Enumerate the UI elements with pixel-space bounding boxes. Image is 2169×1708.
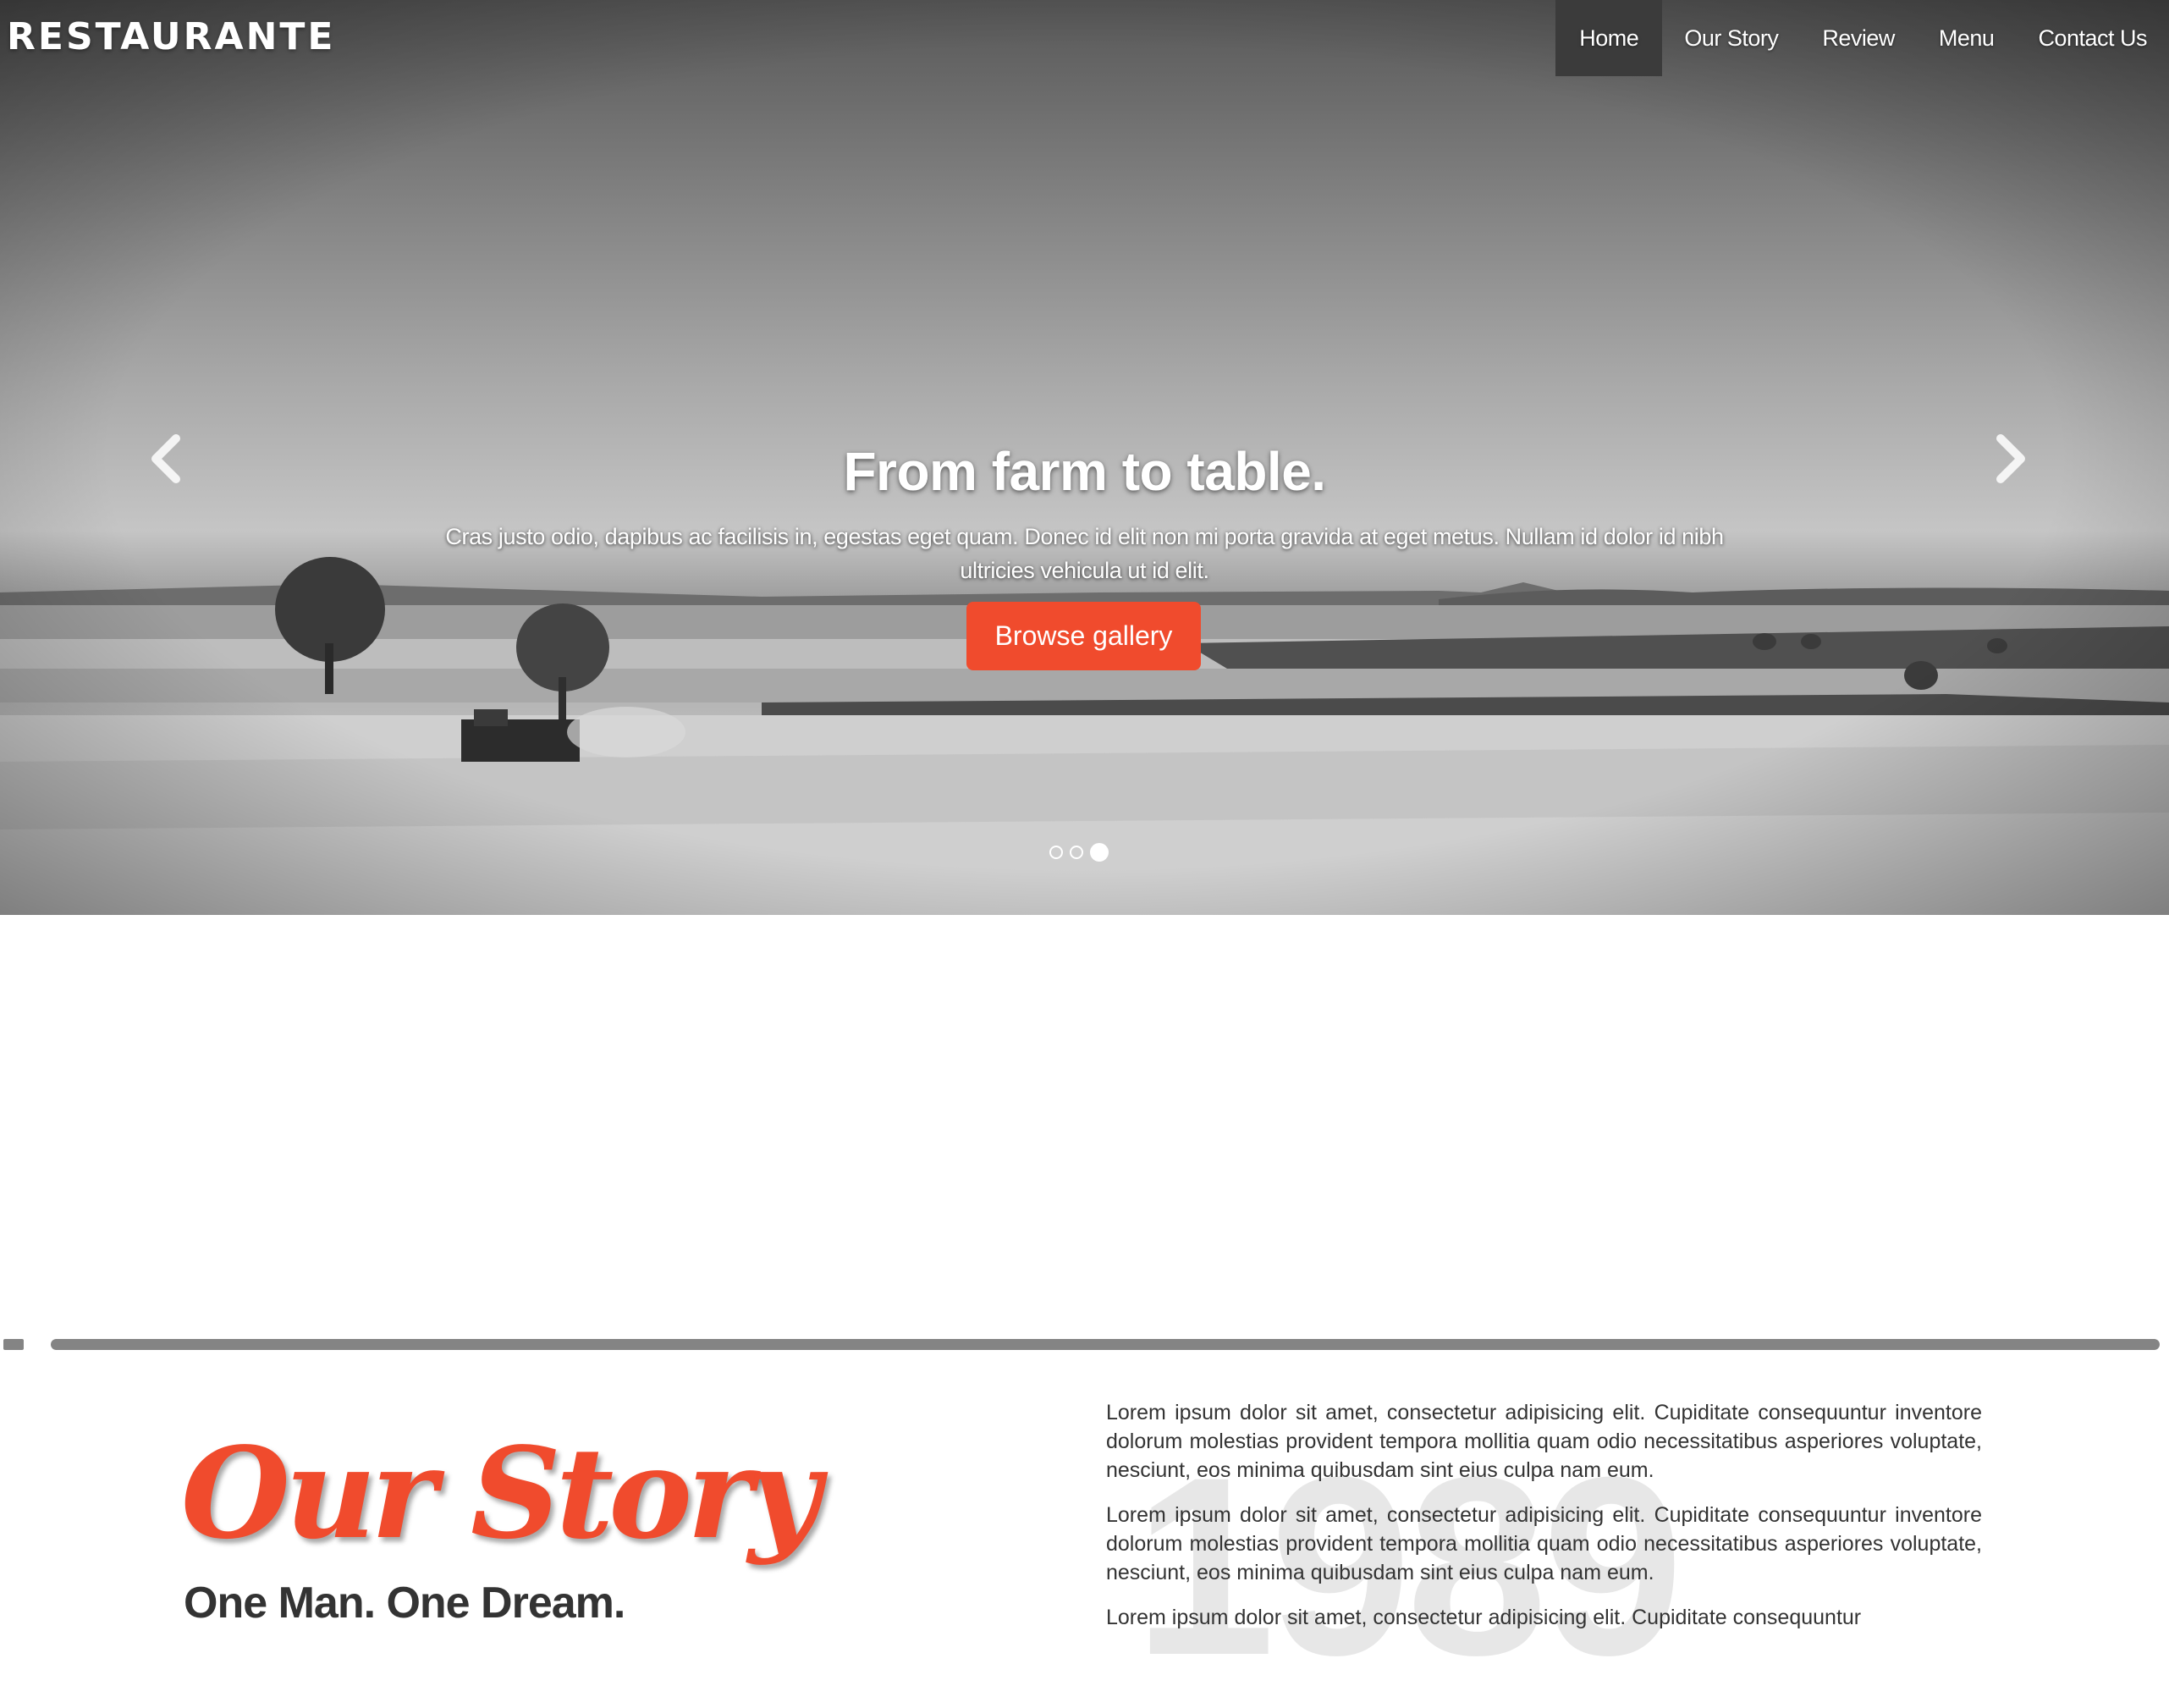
story-title: Our Story: [181, 1419, 821, 1567]
nav-item-home[interactable]: Home: [1555, 0, 1663, 76]
story-text: Lorem ipsum dolor sit amet, consectetur …: [1106, 1398, 1982, 1648]
chevron-left-icon: [151, 434, 180, 483]
hero-carousel: RESTAURANTE Home Our Story Review Menu C…: [0, 0, 2169, 915]
story-subtitle: One Man. One Dream.: [184, 1579, 625, 1628]
carousel-indicator-3[interactable]: [1090, 843, 1109, 862]
nav-item-our-story[interactable]: Our Story: [1662, 0, 1800, 76]
carousel-next-button[interactable]: [1984, 432, 2034, 486]
browse-gallery-button[interactable]: Browse gallery: [966, 602, 1201, 670]
story-paragraph: Lorem ipsum dolor sit amet, consectetur …: [1106, 1401, 1982, 1482]
main-navigation: Home Our Story Review Menu Contact Us: [1555, 0, 2169, 76]
carousel-indicators: [1049, 843, 1109, 862]
carousel-caption: From farm to table. Cras justo odio, dap…: [415, 440, 1754, 587]
carousel-indicator-1[interactable]: [1049, 846, 1063, 859]
hero-text: Cras justo odio, dapibus ac facilisis in…: [445, 524, 1724, 583]
carousel-prev-button[interactable]: [142, 432, 193, 486]
nav-item-menu[interactable]: Menu: [1917, 0, 2017, 76]
story-paragraph: Lorem ipsum dolor sit amet, consectetur …: [1106, 1606, 1862, 1629]
hero-title: From farm to table.: [843, 441, 1326, 502]
chevron-right-icon: [1996, 434, 2025, 483]
carousel-indicator-2[interactable]: [1070, 846, 1083, 859]
section-divider: [51, 1339, 2160, 1350]
site-logo[interactable]: RESTAURANTE: [7, 15, 335, 58]
nav-item-contact-us[interactable]: Contact Us: [2016, 0, 2169, 76]
story-paragraph: Lorem ipsum dolor sit amet, consectetur …: [1106, 1503, 1982, 1584]
nav-item-review[interactable]: Review: [1800, 0, 1917, 76]
divider-short: [3, 1339, 24, 1350]
